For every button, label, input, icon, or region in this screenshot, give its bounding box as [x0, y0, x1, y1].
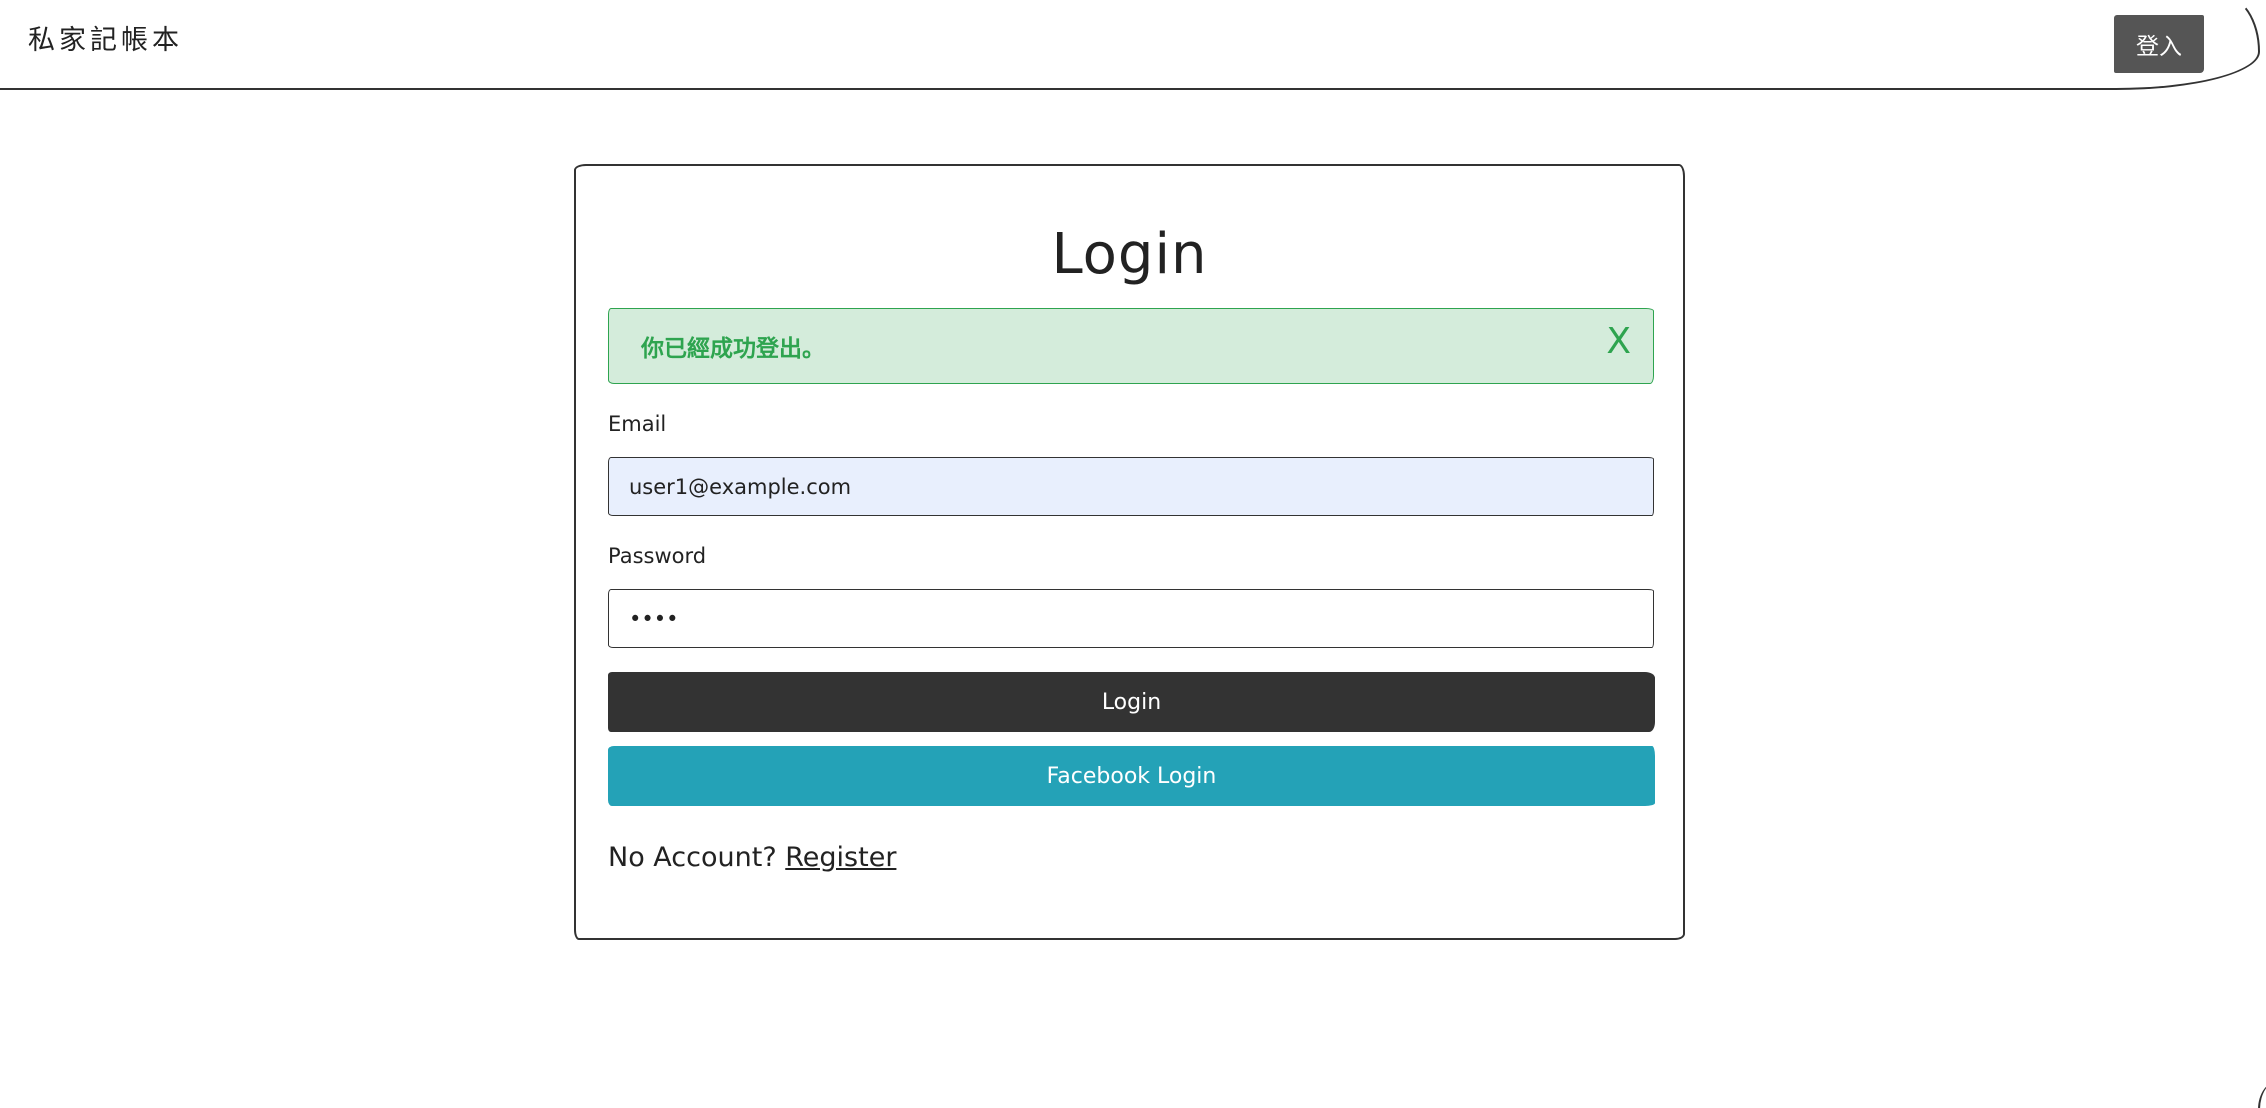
page: 私家記帳本 登入 Login 你已經成功登出。 X Email Password…: [0, 0, 2266, 1108]
close-icon[interactable]: X: [1606, 321, 1631, 362]
page-title: Login: [1051, 222, 1208, 287]
password-field[interactable]: [608, 589, 1654, 648]
brand-title[interactable]: 私家記帳本: [28, 18, 183, 57]
navbar: 私家記帳本: [0, 0, 2260, 90]
register-line: No Account? Register: [608, 842, 896, 873]
alert-message: 你已經成功登出。: [641, 336, 825, 362]
email-field[interactable]: [608, 457, 1654, 516]
corner-decoration: [2258, 1080, 2266, 1108]
register-link[interactable]: Register: [785, 842, 896, 873]
email-label: Email: [608, 412, 667, 436]
password-label: Password: [608, 544, 707, 568]
success-alert: 你已經成功登出。 X: [608, 308, 1654, 384]
facebook-login-button[interactable]: Facebook Login: [608, 746, 1655, 806]
nav-login-button[interactable]: 登入: [2114, 15, 2204, 73]
login-card: Login 你已經成功登出。 X Email Password Login Fa…: [574, 164, 1685, 940]
login-button[interactable]: Login: [608, 672, 1655, 732]
register-prompt: No Account?: [608, 842, 777, 873]
